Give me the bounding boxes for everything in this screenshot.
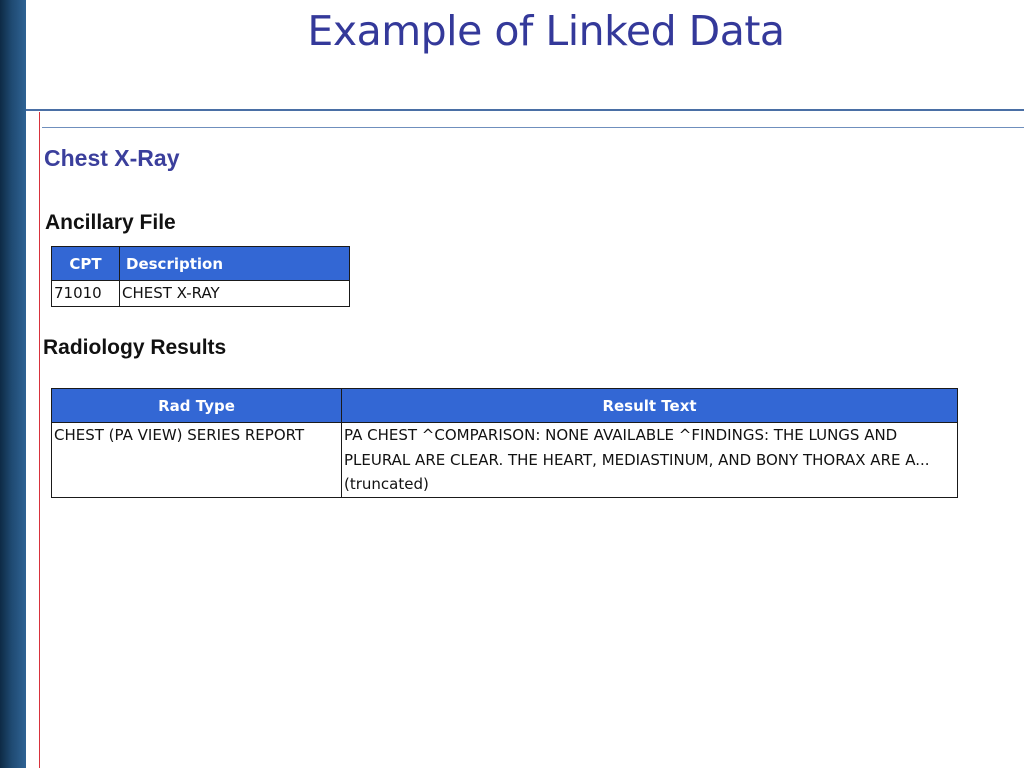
slide-subtitle: Chest X-Ray <box>44 145 180 171</box>
result-text-cell: PA CHEST ^COMPARISON: NONE AVAILABLE ^FI… <box>341 422 958 498</box>
title-divider-bottom <box>42 127 1024 128</box>
table-header-row: Rad Type Result Text <box>51 388 958 423</box>
vertical-accent-line <box>39 112 40 768</box>
column-header-rad-type: Rad Type <box>51 388 342 423</box>
slide: Example of Linked Data Chest X-Ray Ancil… <box>0 0 1024 768</box>
radiology-results-table: Rad Type Result Text CHEST (PA VIEW) SER… <box>51 388 958 498</box>
ancillary-file-table: CPT Description 71010 CHEST X-RAY <box>51 246 350 307</box>
ancillary-file-heading: Ancillary File <box>45 211 176 234</box>
description-cell: CHEST X-RAY <box>119 280 350 307</box>
radiology-results-heading: Radiology Results <box>43 336 227 359</box>
table-row: 71010 CHEST X-RAY <box>51 280 350 307</box>
table-row: CHEST (PA VIEW) SERIES REPORT PA CHEST ^… <box>51 422 958 498</box>
rad-type-cell: CHEST (PA VIEW) SERIES REPORT <box>51 422 342 498</box>
cpt-cell: 71010 <box>51 280 120 307</box>
title-divider-top <box>26 109 1024 111</box>
slide-title: Example of Linked Data <box>307 7 785 55</box>
table-header-row: CPT Description <box>51 246 350 281</box>
left-decorative-bar <box>0 0 26 768</box>
column-header-cpt: CPT <box>51 246 120 281</box>
column-header-description: Description <box>119 246 350 281</box>
column-header-result-text: Result Text <box>341 388 958 423</box>
